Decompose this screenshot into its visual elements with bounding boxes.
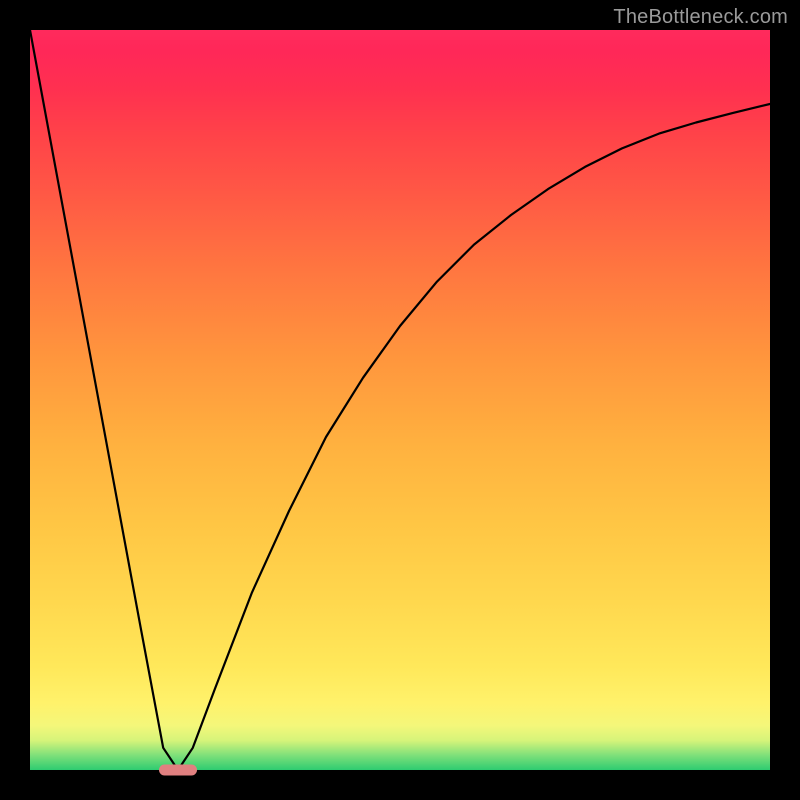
plot-area bbox=[30, 30, 770, 770]
bottleneck-curve bbox=[30, 30, 770, 770]
chart-frame: TheBottleneck.com bbox=[0, 0, 800, 800]
curve-layer bbox=[30, 30, 770, 770]
watermark-text: TheBottleneck.com bbox=[613, 6, 788, 29]
optimal-marker bbox=[159, 765, 197, 776]
